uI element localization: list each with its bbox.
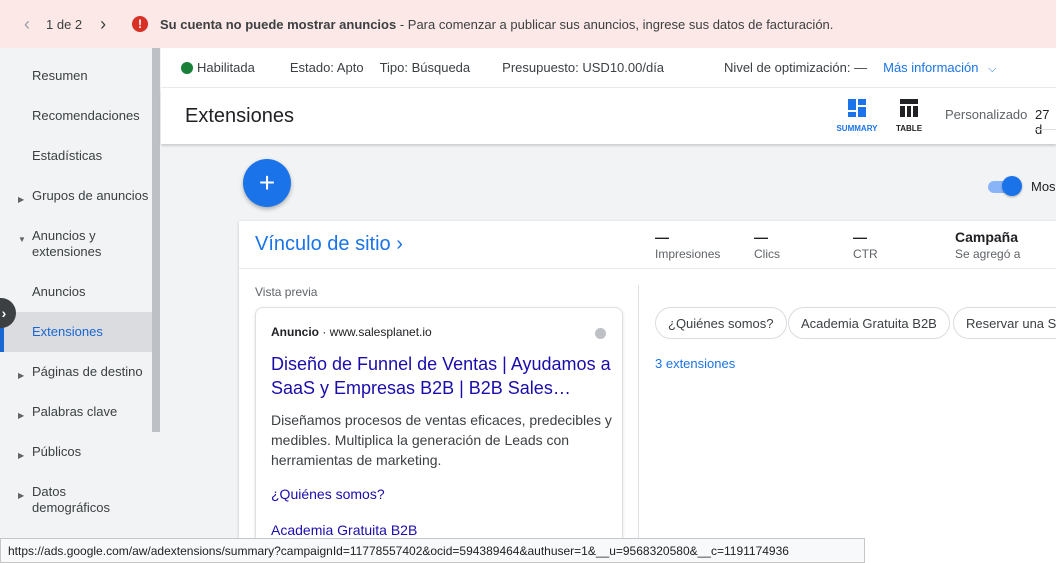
sidebar-item-label: Resumen <box>32 68 88 83</box>
metric-clics: — Clics <box>754 229 780 261</box>
date-range-label[interactable]: Personalizado <box>945 107 1027 122</box>
sitelink-chip[interactable]: Academia Gratuita B2B <box>788 307 950 339</box>
chevron-right-icon: › <box>396 233 403 255</box>
sidebar-item-anuncios-y-extensiones[interactable]: ▼ Anuncios y extensiones <box>0 228 152 260</box>
divider <box>638 285 639 563</box>
sidebar-item-label: Anuncios <box>32 284 86 299</box>
sidebar-item-recomendaciones[interactable]: Recomendaciones <box>0 108 152 124</box>
collapse-arrow-icon: ▼ <box>18 235 26 244</box>
expand-arrow-icon: ▶ <box>18 451 25 460</box>
metric-value: Campaña <box>955 229 1019 245</box>
sidebar-item-paginas-de-destino[interactable]: ▶ Páginas de destino <box>0 364 152 380</box>
card-title: Vínculo de sitio <box>255 233 391 255</box>
expand-arrow-icon: ▶ <box>18 195 25 204</box>
expand-arrow-icon: ▶ <box>18 411 25 420</box>
toggle-knob <box>1002 176 1022 196</box>
card-title-link[interactable]: Vínculo de sitio › <box>255 233 403 256</box>
sidebar-item-resumen[interactable]: Resumen <box>0 68 152 84</box>
metric-value: — <box>853 229 867 245</box>
info-icon[interactable] <box>595 328 606 339</box>
status-enabled[interactable]: Habilitada <box>197 60 255 75</box>
sidebar: Resumen Recomendaciones Estadísticas ▶ Gr… <box>0 48 160 563</box>
ad-sitelink[interactable]: ¿Quiénes somos? <box>271 486 385 502</box>
ad-headline[interactable]: Diseño de Funnel de Ventas | Ayudamos a … <box>271 352 616 400</box>
mas-informacion-label: Más información <box>883 59 979 75</box>
sidebar-item-estadisticas[interactable]: Estadísticas <box>0 148 152 164</box>
page-title: Extensiones <box>185 104 294 127</box>
page-title-bar: Extensiones SUMMARY TABLE Personalizado … <box>161 88 1056 144</box>
sidebar-item-label: Datos demográficos <box>32 484 111 515</box>
sidebar-item-label: Anuncios y extensiones <box>32 228 102 259</box>
metric-impresiones: — Impresiones <box>655 229 720 261</box>
status-presupuesto[interactable]: Presupuesto: USD10.00/día <box>502 60 664 75</box>
summary-view-button[interactable]: SUMMARY <box>835 98 879 133</box>
chevron-right-icon[interactable]: › <box>94 14 112 35</box>
ad-preview: Anuncio · www.salesplanet.io Diseño de F… <box>255 307 623 563</box>
date-range-value[interactable]: 27 d <box>1035 107 1056 137</box>
sidebar-item-label: Recomendaciones <box>32 108 140 123</box>
sidebar-item-label: Palabras clave <box>32 404 118 419</box>
metric-ctr: — CTR <box>853 229 878 261</box>
chevron-left-icon[interactable]: ‹ <box>18 14 36 35</box>
extensions-count-link[interactable]: 3 extensiones <box>655 356 735 371</box>
sidebar-item-anuncios[interactable]: Anuncios <box>0 284 152 300</box>
sidebar-item-label: Páginas de destino <box>32 364 143 379</box>
sidebar-item-publicos[interactable]: ▶ Públicos <box>0 444 152 460</box>
show-toggle[interactable] <box>986 176 1022 196</box>
sitelink-chip[interactable]: Reservar una Se <box>953 307 1056 339</box>
table-view-button[interactable]: TABLE <box>887 98 931 133</box>
table-label: TABLE <box>895 124 923 133</box>
mas-informacion-link[interactable]: Más información ⌵ <box>883 60 996 76</box>
sitelink-card: Vínculo de sitio › — Impresiones — Clics —… <box>239 221 1056 563</box>
sidebar-item-datos-demograficos[interactable]: ▶ Datos demográficos <box>0 484 152 516</box>
ad-sitelink[interactable]: Academia Gratuita B2B <box>271 522 417 538</box>
alert-title: Su cuenta no puede mostrar anuncios <box>160 16 397 32</box>
sidebar-item-label: Extensiones <box>32 324 103 339</box>
summary-label: SUMMARY <box>836 124 878 133</box>
metric-value: — <box>754 229 768 245</box>
ad-header: Anuncio · www.salesplanet.io <box>271 325 432 339</box>
status-estado: Estado: Apto <box>289 60 364 75</box>
metric-value: — <box>655 229 669 245</box>
alert-icon: ! <box>132 16 148 32</box>
billing-alert-banner: ‹ 1 de 2 › ! Su cuenta no puede mostrar … <box>0 0 1056 48</box>
metric-campana: Campaña Se agregó a <box>955 229 1020 261</box>
alert-message: Su cuenta no puede mostrar anuncios - Pa… <box>160 17 833 32</box>
chevron-right-icon: › <box>1 305 7 321</box>
plus-icon: + <box>258 167 276 198</box>
sidebar-item-label: Públicos <box>32 444 82 459</box>
sidebar-item-label: Estadísticas <box>32 148 103 163</box>
banner-pager: ‹ 1 de 2 › <box>0 14 128 35</box>
card-header: Vínculo de sitio › — Impresiones — Clics —… <box>239 221 1056 269</box>
expand-arrow-icon: ▶ <box>18 371 25 380</box>
sidebar-item-label: Grupos de anuncios <box>32 188 149 203</box>
metric-label: Se agregó a <box>955 247 1021 261</box>
chevron-down-icon: ⌵ <box>988 62 997 75</box>
main-content: Habilitada Estado: Apto Tipo: Búsqueda P… <box>161 48 1056 563</box>
status-tipo: Tipo: Búsqueda <box>379 60 471 75</box>
sidebar-item-palabras-clave[interactable]: ▶ Palabras clave <box>0 404 152 420</box>
sidebar-item-grupos-de-anuncios[interactable]: ▶ Grupos de anuncios <box>0 188 152 204</box>
ad-domain: · www.salesplanet.io <box>319 325 432 339</box>
ad-description: Diseñamos procesos de ventas eficaces, p… <box>271 412 612 468</box>
campaign-status-bar: Habilitada Estado: Apto Tipo: Búsqueda P… <box>161 48 1056 88</box>
metric-label: Impresiones <box>655 247 721 261</box>
preview-label: Vista previa <box>255 285 318 299</box>
pager-count: 1 de 2 <box>46 16 83 32</box>
sidebar-item-extensiones[interactable]: Extensiones <box>0 312 152 352</box>
sitelink-chip[interactable]: ¿Quiénes somos? <box>655 307 787 339</box>
add-extension-button[interactable]: + <box>243 159 291 207</box>
metric-label: CTR <box>853 247 878 261</box>
status-optimizacion: Nivel de optimización: — <box>724 60 868 75</box>
expand-arrow-icon: ▶ <box>18 491 25 500</box>
status-dot-icon <box>181 61 193 74</box>
link-status-url: https://ads.google.com/aw/adextensions/s… <box>0 538 865 563</box>
toggle-label: Mos <box>1031 179 1056 194</box>
sidebar-scrollbar[interactable] <box>152 48 160 432</box>
alert-detail: - Para comenzar a publicar sus anuncios,… <box>396 16 834 32</box>
metric-label: Clics <box>754 247 780 261</box>
dashboard-icon <box>848 99 866 117</box>
ad-badge: Anuncio <box>271 325 319 339</box>
table-icon <box>900 99 918 117</box>
